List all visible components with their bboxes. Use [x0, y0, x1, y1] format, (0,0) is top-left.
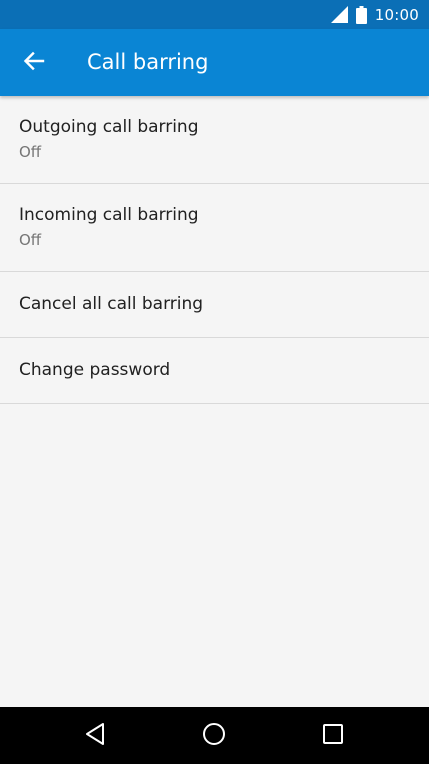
- list-item-title: Incoming call barring: [19, 205, 199, 225]
- back-button[interactable]: [14, 43, 54, 83]
- battery-icon: [355, 5, 367, 24]
- arrow-left-icon: [23, 50, 45, 76]
- nav-back-button[interactable]: [65, 707, 125, 764]
- nav-recents-button[interactable]: [303, 707, 363, 764]
- page-title: Call barring: [87, 50, 209, 74]
- status-bar: 10:00: [0, 0, 429, 29]
- nav-home-button[interactable]: [184, 707, 244, 764]
- outgoing-call-barring-item[interactable]: Outgoing call barring Off: [0, 96, 429, 184]
- incoming-call-barring-item[interactable]: Incoming call barring Off: [0, 184, 429, 272]
- square-recents-icon: [322, 723, 344, 749]
- change-password-item[interactable]: Change password: [0, 338, 429, 404]
- app-bar: Call barring: [0, 29, 429, 96]
- list-item-title: Cancel all call barring: [19, 294, 204, 314]
- list-item-title: Outgoing call barring: [19, 117, 199, 137]
- circle-home-icon: [202, 722, 226, 750]
- list-item-title: Change password: [19, 360, 171, 380]
- settings-list: Outgoing call barring Off Incoming call …: [0, 96, 429, 404]
- triangle-back-icon: [84, 722, 106, 750]
- navigation-bar: [0, 707, 429, 764]
- status-time: 10:00: [374, 5, 419, 24]
- list-item-subtitle: Off: [19, 231, 42, 249]
- signal-icon: [330, 6, 348, 23]
- cancel-all-call-barring-item[interactable]: Cancel all call barring: [0, 272, 429, 338]
- list-item-subtitle: Off: [19, 143, 42, 161]
- status-icons: 10:00: [330, 0, 419, 29]
